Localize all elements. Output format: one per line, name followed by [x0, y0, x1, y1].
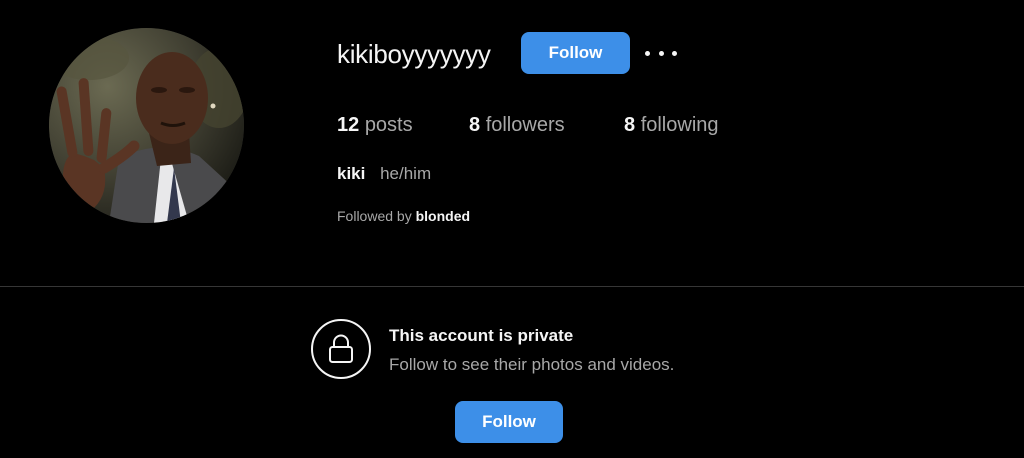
divider — [0, 286, 1024, 287]
more-dot — [672, 50, 677, 56]
following-count: 8 — [624, 114, 636, 136]
display-name: kiki — [337, 164, 366, 183]
followed-by: Followed by blonded — [337, 207, 470, 225]
followers-count: 8 — [469, 114, 481, 136]
more-dot — [645, 50, 650, 56]
posts-label: posts — [364, 114, 413, 136]
posts-count: 12 — [337, 114, 360, 136]
following-stat[interactable]: 8 following — [624, 112, 719, 138]
more-dot — [658, 50, 664, 56]
followers-stat[interactable]: 8 followers — [469, 112, 565, 138]
following-label: following — [640, 114, 719, 136]
followed-by-user[interactable]: blonded — [416, 208, 470, 224]
avatar[interactable] — [49, 28, 244, 223]
posts-stat[interactable]: 12 posts — [337, 112, 413, 138]
follow-button[interactable]: Follow — [521, 32, 630, 74]
lock-icon — [311, 319, 371, 379]
follow-button-private[interactable]: Follow — [455, 401, 563, 443]
more-options-icon[interactable] — [645, 42, 677, 64]
followed-by-prefix: Followed by — [337, 208, 412, 224]
bio: kiki he/him — [337, 163, 431, 185]
private-subtitle: Follow to see their photos and videos. — [389, 355, 675, 374]
pronouns: he/him — [380, 164, 432, 183]
private-title: This account is private — [389, 326, 574, 345]
profile-photo — [49, 28, 244, 223]
followers-label: followers — [485, 114, 565, 136]
lock-glyph — [329, 334, 353, 363]
username: kikiboyyyyyyy — [337, 39, 491, 69]
